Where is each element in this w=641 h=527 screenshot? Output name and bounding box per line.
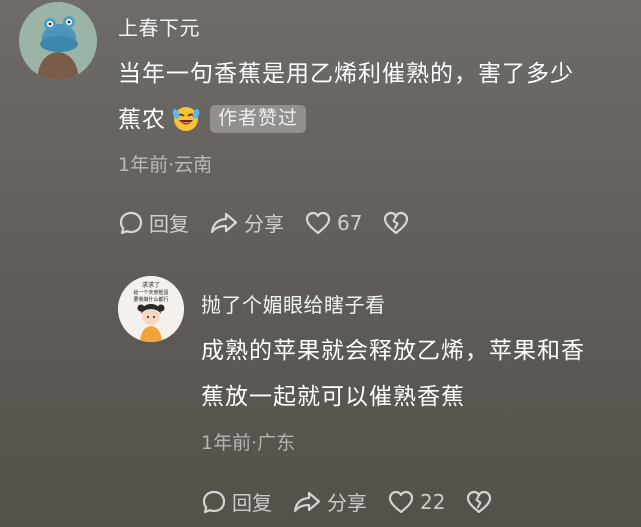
like-count: 67	[337, 210, 363, 235]
dislike-button[interactable]	[465, 489, 498, 515]
like-count: 22	[420, 489, 446, 514]
avatar-caption-line: 求求了	[142, 281, 160, 289]
share-button[interactable]: 分享	[292, 487, 367, 516]
avatar-caption-line: 要我做什么都行	[133, 296, 168, 303]
reply-button[interactable]: 回复	[201, 487, 272, 516]
user-avatar[interactable]: 求求了 给一个天使脸蛋 要我做什么都行	[118, 276, 184, 342]
reply-button[interactable]: 回复	[118, 208, 189, 237]
comment-icon	[119, 211, 143, 234]
username[interactable]: 上春下元	[118, 12, 200, 41]
comment-meta: 1年前·广东	[201, 432, 296, 454]
comment-text-line-2: 蕉农 作者赞过	[118, 97, 628, 143]
user-avatar[interactable]	[19, 2, 97, 80]
reply-label: 回复	[232, 491, 272, 515]
comment-text-line: 成熟的苹果就会释放乙烯，苹果和香	[201, 338, 585, 364]
comment-text-line: 当年一句香蕉是用乙烯利催熟的，害了多少	[118, 61, 574, 87]
comment-text-line-2: 蕉放一起就可以催熟香蕉	[201, 384, 465, 410]
comment-text: 成熟的苹果就会释放乙烯，苹果和香 蕉放一起就可以催熟香蕉	[201, 328, 631, 420]
comment-actions: 回复 分享 22	[201, 487, 518, 516]
username[interactable]: 抛了个媚眼给瞎子看	[201, 289, 386, 318]
reply-label: 回复	[149, 212, 189, 236]
dislike-button[interactable]	[382, 210, 415, 236]
comment-actions: 回复 分享 67	[118, 208, 435, 237]
share-icon	[210, 212, 238, 233]
share-button[interactable]: 分享	[209, 208, 284, 237]
broken-heart-icon	[467, 490, 492, 513]
comment-meta: 1年前·云南	[118, 154, 213, 176]
comment-text: 当年一句香蕉是用乙烯利催熟的，害了多少 蕉农 作者赞过	[118, 51, 628, 143]
broken-heart-icon	[384, 211, 409, 234]
author-liked-badge: 作者赞过	[210, 105, 307, 133]
like-button[interactable]: 22	[387, 489, 445, 515]
share-label: 分享	[327, 491, 367, 515]
laughing-crying-emoji-icon	[172, 102, 200, 131]
heart-icon	[388, 490, 414, 513]
share-icon	[293, 491, 321, 512]
heart-icon	[305, 211, 331, 234]
comment-text-tail: 蕉农	[118, 107, 166, 133]
like-button[interactable]: 67	[304, 210, 362, 236]
comment-icon	[202, 490, 226, 513]
share-label: 分享	[244, 212, 284, 236]
avatar-caption-line: 给一个天使脸蛋	[133, 289, 168, 296]
